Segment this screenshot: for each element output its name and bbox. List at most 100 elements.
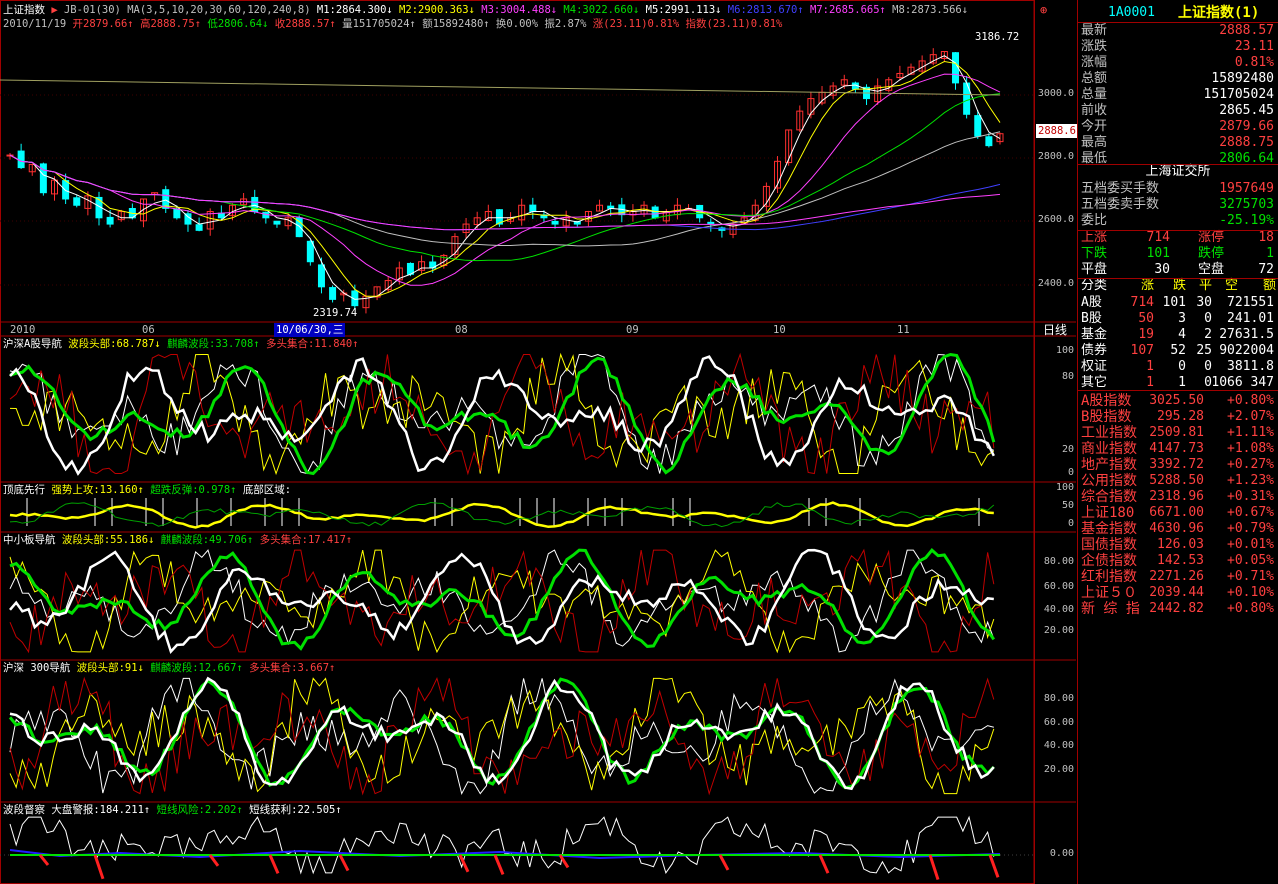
breadth-row-1: 下跌 101 跌停 1 [1078, 246, 1278, 262]
ma-params: MA(3,5,10,20,30,60,120,240,8) [127, 4, 311, 16]
alert-spike [338, 854, 350, 872]
panel-tick: 40.00 [1043, 740, 1074, 751]
info-item: 高2888.75↑ [133, 18, 202, 30]
ma-line [9, 73, 1001, 286]
index-name: B股指数 [1081, 409, 1132, 425]
index-name: 国债指数 [1081, 537, 1137, 553]
index-name: 红利指数 [1081, 569, 1137, 585]
index-value: 2271.26 [1149, 569, 1204, 584]
panel-tick: 100 [1055, 482, 1074, 493]
alert-spike [718, 854, 730, 871]
info-item: 收2888.57↑ [268, 18, 336, 30]
table-header-cell: 额 [1262, 278, 1276, 293]
index-value: 3392.72 [1149, 457, 1204, 472]
index-row[interactable]: 商业指数 4147.73 +1.08% [1078, 441, 1278, 457]
breadth-value: 101 [1146, 246, 1170, 261]
index-name: 工业指数 [1081, 425, 1137, 441]
panel-value: 多头集合:3.667↑ [249, 662, 336, 674]
index-row[interactable]: 国债指数 126.03 +0.01% [1078, 537, 1278, 553]
info-item: 额15892480↑ [415, 18, 490, 30]
orders-separator [1078, 230, 1278, 231]
candle-body [329, 287, 337, 300]
panel-tick: 20.00 [1043, 625, 1074, 636]
index-row[interactable]: B股指数 295.28 +2.07% [1078, 409, 1278, 425]
x-axis-label: 06 [142, 324, 155, 336]
index-name: 新 综 指 [1081, 601, 1140, 617]
index-pct: +0.01% [1227, 537, 1274, 552]
chart-marker-icon: ▶ [51, 4, 64, 16]
candle-body [707, 221, 715, 225]
index-value: 6671.00 [1149, 505, 1204, 520]
quote-value: 0.81% [1234, 55, 1274, 70]
ma-line [9, 93, 1001, 262]
index-pct: +0.31% [1227, 489, 1274, 504]
table-cell-down: 101 [1162, 295, 1186, 310]
table-header-cell: 跌 [1172, 278, 1186, 293]
table-cell-up: 1 [1146, 359, 1154, 374]
quote-row-5: 前收 2865.45 [1078, 103, 1278, 119]
quote-label: 最新 [1081, 23, 1108, 38]
ma-line [9, 154, 1001, 231]
panel-title-3: 中小板导航 波段头部:55.186↓ 麒麟波段:49.706↑ 多头集合:17.… [3, 533, 352, 547]
index-row[interactable]: 上证５０ 2039.44 +0.10% [1078, 585, 1278, 601]
table-header-cell: 平 [1198, 278, 1212, 293]
index-name: 地产指数 [1081, 457, 1137, 473]
x-axis-label: 2010 [10, 324, 36, 336]
index-name: 商业指数 [1081, 441, 1137, 457]
candle-body [974, 115, 982, 137]
panel-tick: 60.00 [1043, 581, 1074, 592]
table-cell-name: B股 [1081, 311, 1102, 326]
panel-tick: 60.00 [1043, 717, 1074, 728]
panel-tick: 20.00 [1043, 764, 1074, 775]
panel-value: 麒麟波段:33.708↑ [167, 338, 266, 350]
index-row[interactable]: 红利指数 2271.26 +0.71% [1078, 569, 1278, 585]
index-pct: +0.10% [1227, 585, 1274, 600]
chart-canvas[interactable] [0, 0, 1076, 884]
quote-label: 总额 [1081, 71, 1108, 86]
breadth-label: 下跌 [1081, 246, 1108, 261]
quote-value: 2888.57 [1219, 23, 1274, 38]
ma-values: M1:2864.300↓ M2:2900.363↓ M3:3004.488↓ M… [317, 4, 968, 16]
order-value: 1957649 [1219, 181, 1274, 196]
index-row[interactable]: 地产指数 3392.72 +0.27% [1078, 457, 1278, 473]
index-row[interactable]: 新 综 指 2442.82 +0.80% [1078, 601, 1278, 617]
panel-tick: 20 [1061, 444, 1074, 455]
table-header-cell: 分类 [1081, 278, 1108, 293]
table-cell-amount: 1066 347 [1211, 375, 1274, 390]
panel-tick: 0.00 [1049, 848, 1074, 859]
info-item: 开2879.66↑ [66, 18, 134, 30]
table-row: 权证 1 0 0 3811.8 [1078, 359, 1278, 375]
panel-title-2: 顶底先行 强势上攻:13.160↑ 超跌反弹:0.978↑ 底部区域: [3, 483, 291, 497]
index-value: 126.03 [1157, 537, 1204, 552]
index-value: 3025.50 [1149, 393, 1204, 408]
quote-row-6: 今开 2879.66 [1078, 119, 1278, 135]
candle-body [317, 264, 325, 288]
index-row[interactable]: 公用指数 5288.50 +1.23% [1078, 473, 1278, 489]
index-pct: +2.07% [1227, 409, 1274, 424]
index-row[interactable]: A股指数 3025.50 +0.80% [1078, 393, 1278, 409]
index-row[interactable]: 上证180 6671.00 +0.67% [1078, 505, 1278, 521]
index-row[interactable]: 综合指数 2318.96 +0.31% [1078, 489, 1278, 505]
table-cell-flat: 0 [1204, 359, 1212, 374]
quote-value: 23.11 [1234, 39, 1274, 54]
quote-row-3: 总额 15892480 [1078, 71, 1278, 87]
index-row[interactable]: 企债指数 142.53 +0.05% [1078, 553, 1278, 569]
table-cell-down: 4 [1178, 327, 1186, 342]
panel-value: 麒麟波段:49.706↑ [160, 534, 260, 546]
index-value: 4630.96 [1149, 521, 1204, 536]
panel-title-1: 沪深A股导航 波段头部:68.787↓ 麒麟波段:33.708↑ 多头集合:11… [3, 337, 359, 351]
panel-tick: 100 [1055, 345, 1074, 356]
index-row[interactable]: 工业指数 2509.81 +1.11% [1078, 425, 1278, 441]
order-row-2: 委比 -25.19% [1078, 213, 1278, 229]
ma-value-2: M2:2900.363↓ [392, 4, 475, 16]
quote-separator [1078, 164, 1278, 165]
index-name: 公用指数 [1081, 473, 1137, 489]
quote-row-7: 最高 2888.75 [1078, 135, 1278, 151]
ma-value-4: M4:3022.660↓ [557, 4, 640, 16]
breadth-label-2: 空盘 [1198, 262, 1225, 277]
index-row[interactable]: 基金指数 4630.96 +0.79% [1078, 521, 1278, 537]
panel-tick: 80 [1061, 371, 1074, 382]
quote-value: 2865.45 [1219, 103, 1274, 118]
panel-name: 波段督察 [3, 804, 52, 816]
index-pct: +0.27% [1227, 457, 1274, 472]
